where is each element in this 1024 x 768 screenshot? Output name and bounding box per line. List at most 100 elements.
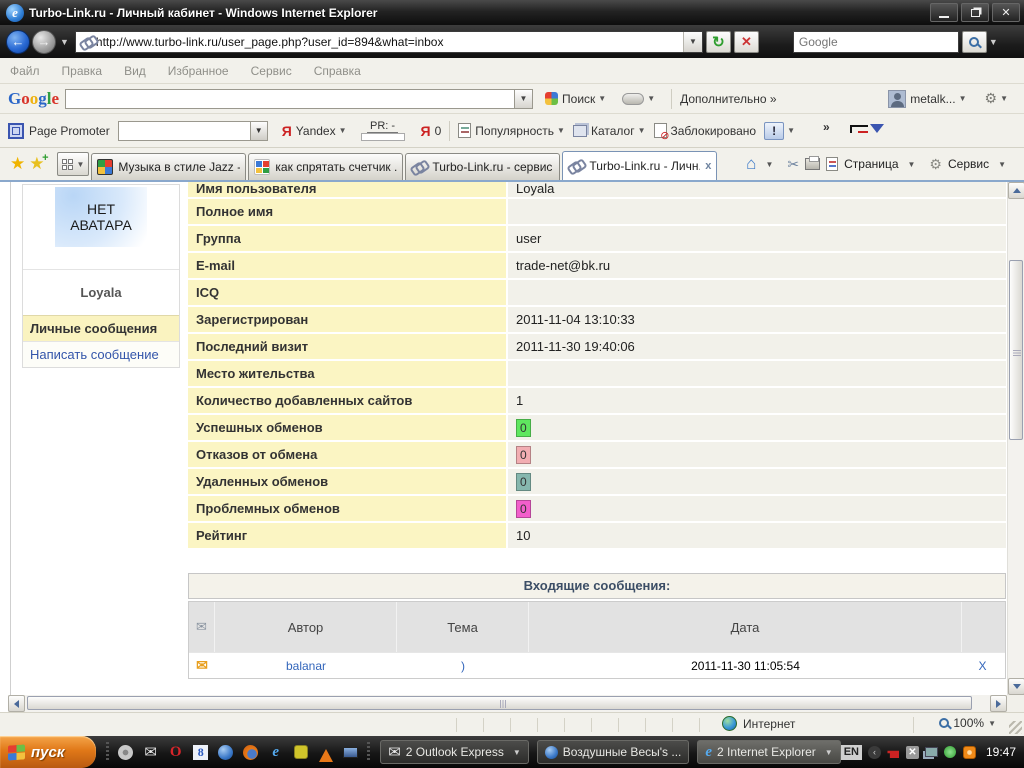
message-subject-link[interactable]: ) [397,653,529,678]
page-button[interactable]: Страница [844,157,898,171]
history-dropdown[interactable]: ▼ [60,37,69,47]
scroll-down-button[interactable] [1008,678,1024,695]
google-more-button[interactable]: Дополнительно » [680,92,776,106]
page-promoter-select[interactable]: ▼ [117,120,268,141]
address-input[interactable] [95,34,683,49]
minimize-button[interactable] [930,3,958,22]
mail-icon[interactable]: ✉ [142,744,159,761]
zoom-control[interactable]: 100% ▼ [939,716,996,730]
warning-button[interactable]: ! [764,121,785,140]
menu-help[interactable]: Справка [314,64,361,78]
opera-icon[interactable]: O [167,744,184,761]
tray-x-icon[interactable]: ✕ [905,745,919,759]
wrench-settings-icon[interactable]: ⚙ [985,90,998,107]
toolbar-pill-dropdown[interactable]: ▼ [647,94,655,103]
settings-dropdown[interactable]: ▼ [1000,94,1008,103]
message-author-link[interactable]: balanar [215,653,397,678]
tray-collapse-icon[interactable]: ‹ [867,745,881,759]
print-icon[interactable] [805,156,821,170]
globe-sphere-icon[interactable] [217,744,234,761]
tab-music[interactable]: Музыка в стиле Jazz - ... [91,153,247,180]
google-search-dropdown[interactable]: ▼ [515,88,534,109]
google-search-button-dropdown[interactable]: ▼ [598,94,606,103]
select-dropdown[interactable]: ▼ [249,121,267,140]
close-button[interactable]: ✕ [992,3,1020,22]
menu-edit[interactable]: Правка [62,64,103,78]
search-box[interactable] [792,30,959,53]
scroll-right-button[interactable] [990,695,1007,712]
tray-network-icon[interactable] [924,746,938,759]
messenger-icon[interactable] [292,744,309,761]
internet-explorer-icon[interactable]: e [267,744,284,761]
toolbar-drag-handle[interactable] [367,742,371,762]
menu-service[interactable]: Сервис [251,64,292,78]
blocked-button[interactable]: Заблокировано [671,124,757,138]
restore-button[interactable] [961,3,989,22]
tools-button[interactable]: Сервис [948,157,989,171]
group-dropdown-icon[interactable]: ▼ [825,748,833,757]
google-search-button[interactable]: Поиск [562,92,595,106]
disc-icon[interactable] [117,744,134,761]
vertical-scroll-thumb[interactable] [1009,260,1023,440]
home-icon[interactable]: ⌂ [746,154,756,174]
stop-button[interactable]: ✕ [733,30,759,53]
language-indicator[interactable]: EN [840,744,862,760]
scroll-up-button[interactable] [1008,182,1024,199]
add-favorite-icon[interactable]: ★ [29,152,49,174]
yandex-dropdown[interactable]: ▼ [339,126,347,135]
forward-button[interactable]: → [32,29,56,54]
taskbar-clock[interactable]: 19:47 [986,745,1016,759]
toolbar-overflow-button[interactable]: » [823,120,830,134]
tray-orange-app-icon[interactable] [962,745,976,759]
toolbar-pill-button[interactable] [622,92,645,105]
horizontal-scroll-thumb[interactable] [27,696,972,710]
toolbar-drag-handle[interactable] [106,742,110,762]
quick-tabs-button[interactable]: ▼ [56,152,90,176]
sidebar-item-private-messages[interactable]: Личные сообщения [23,315,179,341]
tab-turbolink-service[interactable]: Turbo-Link.ru - сервис д... [405,153,561,180]
resize-grip[interactable] [1009,721,1022,734]
menu-view[interactable]: Вид [124,64,146,78]
vertical-scrollbar[interactable] [1007,182,1024,695]
start-button[interactable]: пуск [0,736,97,768]
yandex-button[interactable]: Yandex [296,124,336,138]
address-dropdown[interactable]: ▼ [682,31,702,52]
page-dropdown[interactable]: ▼ [908,160,916,169]
search-options-dropdown[interactable]: ▼ [989,37,998,47]
scroll-left-button[interactable] [8,695,25,712]
menu-file[interactable]: Файл [10,64,40,78]
page-promoter-button[interactable]: Page Promoter [29,124,110,138]
favorites-star-icon[interactable]: ★ [10,154,25,174]
tab-turbolink-cabinet[interactable]: Turbo-Link.ru - Личн... x [562,151,718,180]
display-icon[interactable] [342,744,359,761]
menu-favorites[interactable]: Избранное [168,64,229,78]
taskbar-button-ie[interactable]: e 2 Internet Explorer ▼ [697,740,841,764]
popularity-dropdown[interactable]: ▼ [557,126,565,135]
taskbar-button-vesy[interactable]: Воздушные Весы's ... [536,740,690,764]
search-go-button[interactable] [961,30,987,53]
zoom-dropdown[interactable]: ▼ [988,719,996,728]
quick-tabs-dropdown[interactable]: ▼ [77,160,85,169]
tab-counter[interactable]: как спрятать счетчик ... [248,153,404,180]
catalog-dropdown[interactable]: ▼ [638,126,646,135]
back-button[interactable]: ← [6,29,30,54]
search-input[interactable] [798,34,958,49]
taskbar-button-outlook[interactable]: ✉ 2 Outlook Express ▼ [380,740,529,764]
refresh-button[interactable]: ↻ [705,30,731,53]
catalog-button[interactable]: Каталог [591,124,635,138]
google-search-input[interactable] [65,88,516,109]
tab-close-icon[interactable]: x [705,160,711,172]
group-dropdown-icon[interactable]: ▼ [513,748,521,757]
account-menu[interactable]: metalk... [910,92,955,106]
popularity-button[interactable]: Популярность [475,124,554,138]
firefox-icon[interactable] [242,744,259,761]
sidebar-item-write-message[interactable]: Написать сообщение [23,341,179,367]
vlc-cone-icon[interactable] [317,744,334,762]
feeds-icon[interactable]: ✂ [787,156,799,173]
warning-dropdown[interactable]: ▼ [787,126,795,135]
tray-download-icon[interactable] [887,746,900,759]
horizontal-scrollbar[interactable] [8,695,1007,712]
account-dropdown[interactable]: ▼ [959,94,967,103]
address-bar[interactable]: ▼ [74,30,703,53]
home-dropdown[interactable]: ▼ [765,160,773,169]
